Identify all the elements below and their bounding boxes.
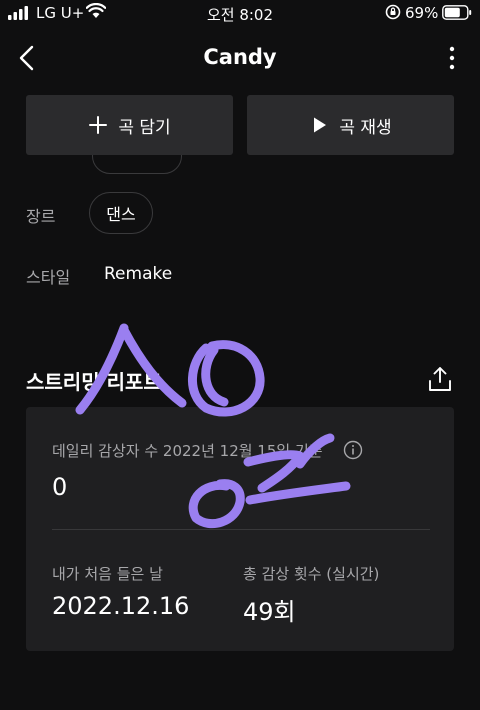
add-to-playlist-label: 곡 담기 [118,117,171,138]
play-song-label: 곡 재생 [339,117,392,138]
total-plays-label: 총 감상 횟수 (실시간) [243,565,380,583]
first-listen-label: 내가 처음 들은 날 [52,565,163,583]
battery-percent: 69% [405,4,439,22]
streaming-report-title: 스트리밍 리포트 [26,370,162,394]
style-value: Remake [104,264,173,284]
genre-label: 장르 [26,207,56,226]
play-song-button[interactable]: 곡 재생 [247,95,454,155]
play-icon [314,117,327,133]
info-icon[interactable] [343,440,363,460]
style-label: 스타일 [26,268,71,287]
card-divider [52,529,430,530]
first-listen-value: 2022.12.16 [52,592,190,620]
battery-icon [442,5,472,20]
rotation-lock-icon [385,4,401,20]
add-to-playlist-button[interactable]: 곡 담기 [26,95,233,155]
page-title: Candy [203,45,277,69]
more-vertical-icon[interactable] [440,44,464,72]
daily-listeners-value: 0 [52,473,68,501]
daily-listeners-label: 데일리 감상자 수 2022년 12월 15일 기준 [52,442,323,460]
total-plays-value: 49회 [243,598,296,626]
plus-icon [89,116,108,134]
share-icon[interactable] [428,366,452,392]
status-bar: LG U+ 오전 8:02 69% [0,0,480,28]
genre-chip[interactable]: 댄스 [89,192,153,234]
